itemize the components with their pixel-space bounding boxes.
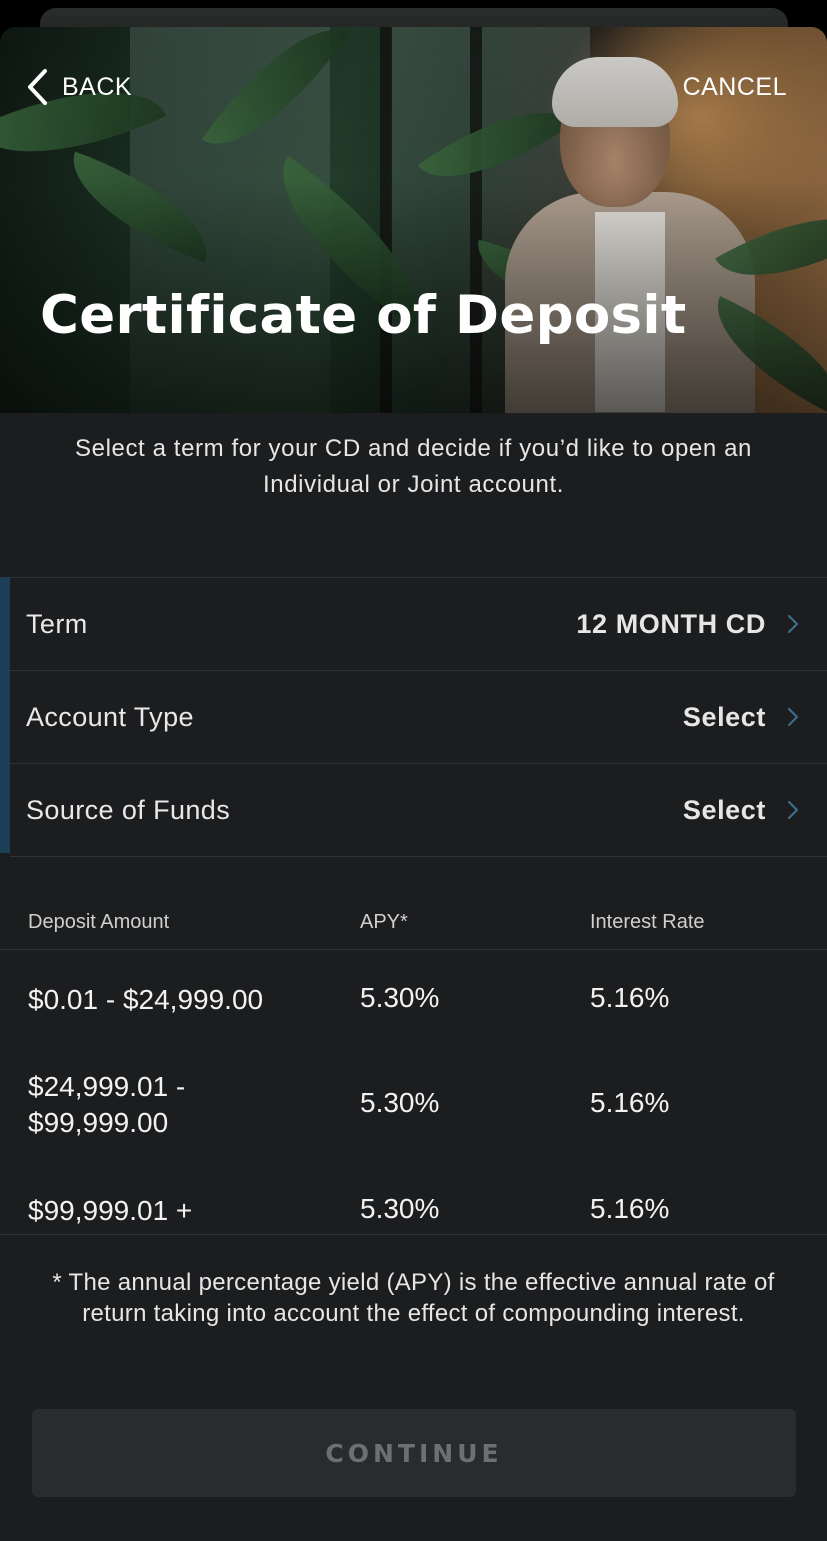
account-type-row[interactable]: Account Type Select	[10, 671, 827, 764]
continue-button[interactable]: CONTINUE	[32, 1409, 796, 1497]
interest-rate-value: 5.16%	[590, 1193, 670, 1224]
hero-photo: BACK CANCEL Certificate of Deposit	[0, 27, 827, 413]
intro-text: Select a term for your CD and decide if …	[75, 435, 752, 498]
deposit-range: $0.01 - $24,999.00	[28, 984, 264, 1015]
interest-rate-value: 5.16%	[590, 1087, 670, 1118]
chevron-right-icon	[787, 707, 799, 727]
page-title: Certificate of Deposit	[40, 285, 687, 346]
divider	[0, 1234, 827, 1235]
term-label: Term	[26, 608, 88, 639]
table-row: $24,999.01 - $99,999.00 5.30% 5.16%	[0, 1069, 827, 1149]
source-of-funds-value: Select	[682, 794, 766, 825]
deposit-range-line: $24,999.01 -	[28, 1071, 186, 1102]
apy-value: 5.30%	[360, 1193, 440, 1224]
term-value: 12 MONTH CD	[576, 608, 766, 639]
apy-value: 5.30%	[360, 1087, 440, 1118]
account-type-value: Select	[682, 701, 766, 732]
back-button[interactable]: BACK	[26, 67, 132, 107]
source-of-funds-row[interactable]: Source of Funds Select	[10, 764, 827, 857]
apy-footnote: * The annual percentage yield (APY) is t…	[52, 1269, 775, 1327]
deposit-range: $99,999.01 +	[28, 1195, 193, 1226]
source-of-funds-label: Source of Funds	[26, 794, 231, 825]
chevron-right-icon	[787, 800, 799, 820]
cancel-button[interactable]: CANCEL	[683, 73, 787, 102]
deposit-range: $24,999.01 - $99,999.00	[28, 1069, 185, 1141]
term-row[interactable]: Term 12 MONTH CD	[10, 578, 827, 671]
chevron-right-icon	[787, 614, 799, 634]
header-interest-rate: Interest Rate	[590, 911, 705, 933]
account-type-label: Account Type	[26, 701, 194, 732]
header-deposit-amount: Deposit Amount	[28, 911, 170, 933]
header-apy: APY*	[360, 911, 408, 933]
chevron-left-icon	[28, 69, 47, 105]
rates-table-header: Deposit Amount APY* Interest Rate	[0, 903, 827, 950]
interest-rate-value: 5.16%	[590, 982, 670, 1013]
apy-value: 5.30%	[360, 982, 440, 1013]
cd-options-list: Term 12 MONTH CD Account Type Select Sou…	[0, 577, 827, 857]
deposit-range-line: $99,999.00	[28, 1107, 169, 1138]
back-label: BACK	[62, 72, 133, 101]
cd-modal: BACK CANCEL Certificate of Deposit Selec…	[0, 27, 827, 1541]
